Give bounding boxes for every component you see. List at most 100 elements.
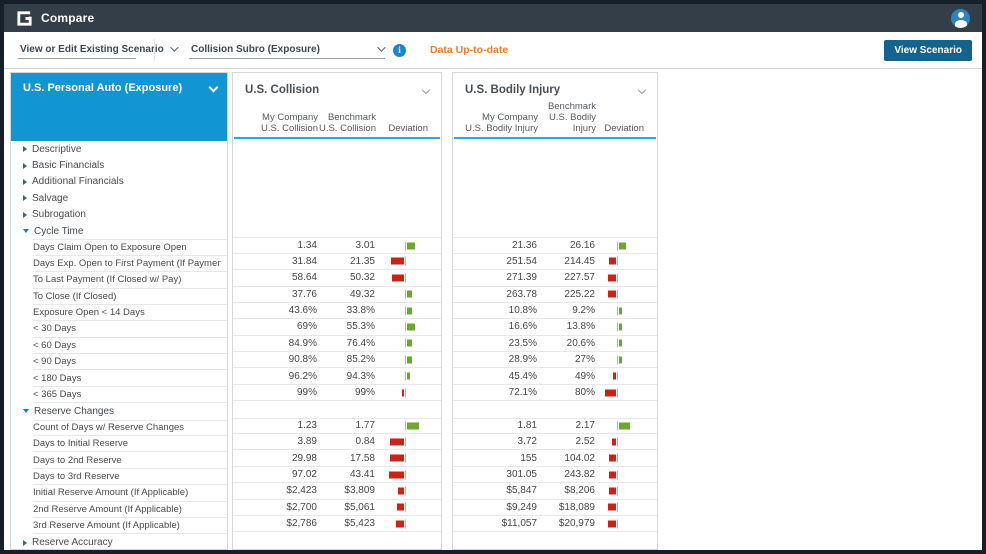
sidebar-item[interactable]: Salvage [11,190,227,206]
company-value: 37.76 [291,288,317,300]
chevron-down-icon[interactable] [421,85,431,95]
scenario-select-value: View or Edit Existing Scenario [20,43,164,55]
deviation-axis [405,437,406,447]
sidebar-item[interactable]: Reserve Changes [11,403,227,419]
sidebar-item[interactable]: < 90 Days [33,354,227,371]
chevron-down-icon[interactable] [637,85,647,95]
view-scenario-button[interactable]: View Scenario [884,39,972,61]
expand-triangle-icon[interactable] [23,162,27,169]
metric-value-row: 263.78 225.22 [453,287,657,303]
sidebar-item[interactable]: Cycle Time [11,223,227,239]
deviation-cell [595,368,645,383]
sidebar-item[interactable]: < 60 Days [33,338,227,355]
metric-value-row: 31.84 21.35 [233,254,441,271]
metric-value-row: 3.89 0.84 [233,434,441,451]
deviation-axis [405,502,406,512]
sidebar-item[interactable]: Additional Financials [11,174,227,190]
expand-triangle-icon[interactable] [23,211,27,218]
sidebar-item[interactable]: < 365 Days [33,387,227,404]
sidebar-item[interactable]: < 180 Days [33,370,227,387]
sidebar-item[interactable]: To Last Payment (If Closed w/ Pay) [33,272,227,289]
metric-value-row: 3.72 2.52 [453,434,657,451]
sidebar-list: Descriptive Basic Financials Additional Fi… [11,141,227,550]
panel-rows: 1.34 3.01 31.84 21.35 58.64 50.32 37.76 49.32 43… [233,139,441,549]
benchmark-value: 214.45 [564,255,595,267]
metric-value-row: 29.98 17.58 [233,450,441,467]
deviation-axis [405,241,406,251]
deviation-cell [595,254,645,269]
user-avatar-icon[interactable] [951,8,970,28]
metric-value-row: 72.1% 80% [453,385,657,402]
metric-value-row: 251.54 214.45 [453,254,657,271]
sidebar-item-label: Count of Days w/ Reserve Changes [33,422,185,434]
benchmark-value: $5,061 [344,501,375,513]
benchmark-value: 2.17 [575,420,595,432]
spacer-row [233,155,441,171]
sidebar-item[interactable]: 2nd Reserve Amount (If Applicable) [33,502,227,518]
deviation-bar-negative [608,290,616,298]
metric-value-row: 69% 55.3% [233,319,441,336]
sidebar-item[interactable]: Days to 2nd Reserve [33,452,227,469]
sidebar-item[interactable]: Basic Financials [11,157,227,173]
sidebar-item[interactable]: Days Claim Open to Exposure Open [33,239,227,256]
sidebar-item-label: < 365 Days [33,389,82,401]
column-header-deviation: Deviation [388,123,428,134]
scenario-select[interactable]: View or Edit Existing Scenario [18,42,179,59]
company-value: 45.4% [508,370,537,382]
benchmark-value: $8,206 [564,485,595,497]
metric-value-row: 58.64 50.32 [233,270,441,287]
deviation-axis [617,453,618,463]
sidebar-item[interactable]: Subrogation [11,207,227,223]
collapse-triangle-icon[interactable] [23,409,29,414]
benchmark-value: 50.32 [349,272,375,284]
column-header-company: My Company U.S. Collision [260,112,318,134]
sidebar-item[interactable]: Days to Initial Reserve [33,436,227,453]
panel-rows: 21.36 26.16 251.54 214.45 271.39 227.57 263.78… [453,139,657,549]
deviation-cell [375,238,429,252]
column-header-benchmark: Benchmark U.S. Bodily Injury [547,101,596,134]
deviation-axis [617,371,618,381]
sidebar-lob-select[interactable]: U.S. Personal Auto (Exposure) [11,73,227,141]
sidebar-item[interactable]: Exposure Open < 14 Days [33,305,227,322]
collapse-triangle-icon[interactable] [23,229,29,234]
deviation-cell [595,238,645,252]
sidebar-item[interactable]: Reserve Accuracy [11,534,227,550]
sidebar-item[interactable]: Count of Days w/ Reserve Changes [33,419,227,437]
metric-value-row: $2,700 $5,061 [233,500,441,516]
sidebar-item[interactable]: < 30 Days [33,321,227,338]
deviation-cell [375,450,429,465]
expand-triangle-icon[interactable] [23,146,27,153]
deviation-axis [405,338,406,348]
deviation-cell [375,385,429,400]
deviation-cell [595,467,645,482]
guidewire-logo-icon [17,10,32,26]
sidebar-item-label: Cycle Time [34,225,84,237]
sidebar-item[interactable]: Days Exp. Open to First Payment (If Paym… [33,256,227,273]
metric-value-row: 96.2% 94.3% [233,368,441,385]
spacer-row [233,221,441,237]
metric-value-row: $2,786 $5,423 [233,516,441,533]
sidebar-item[interactable]: Days to 3rd Reserve [33,469,227,486]
deviation-cell [375,368,429,383]
company-value: 3.72 [517,436,537,448]
info-icon[interactable]: i [393,43,406,57]
deviation-cell [595,483,645,498]
comparison-select[interactable]: Collision Subro (Exposure) [189,42,386,59]
benchmark-value: 104.02 [564,452,595,464]
sidebar-item[interactable]: To Close (If Closed) [33,289,227,305]
sidebar-item[interactable]: Descriptive [11,141,227,157]
deviation-axis [617,273,618,283]
expand-triangle-icon[interactable] [23,178,27,185]
sidebar-item[interactable]: Initial Reserve Amount (If Applicable) [33,485,227,502]
company-value: 29.98 [291,452,317,464]
expand-triangle-icon[interactable] [23,195,27,202]
expand-triangle-icon[interactable] [23,539,27,546]
sidebar-item-label: 3rd Reserve Amount (If Applicable) [33,520,180,532]
sidebar-item-label: < 60 Days [33,339,77,351]
deviation-axis [405,486,406,496]
sidebar-item-label: < 30 Days [33,323,77,335]
metric-value-row: 90.8% 85.2% [233,352,441,369]
deviation-bar-negative [396,520,404,528]
app-window: Compare View or Edit Existing Scenario C… [0,0,986,554]
sidebar-item[interactable]: 3rd Reserve Amount (If Applicable) [33,518,227,535]
